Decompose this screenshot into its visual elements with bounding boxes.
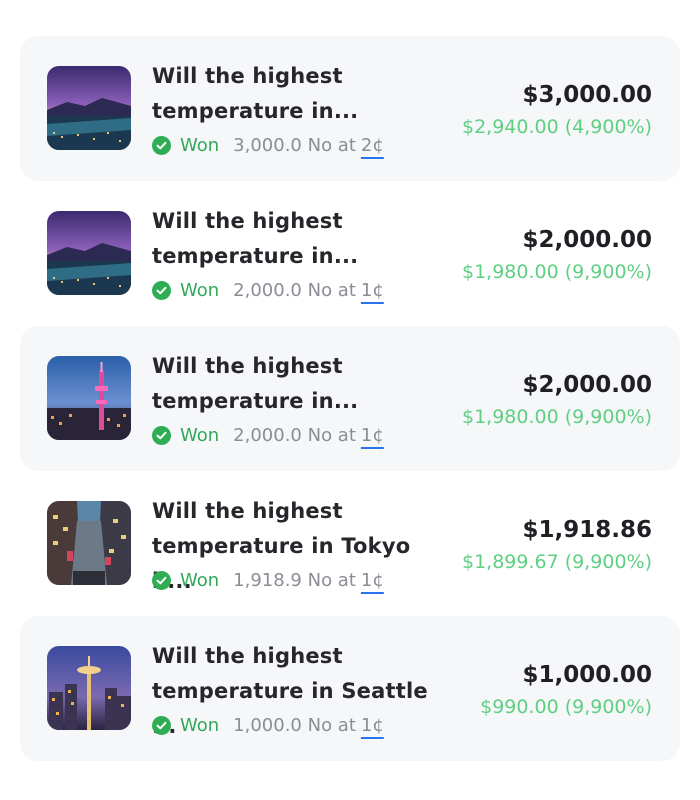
- check-circle-icon: [152, 280, 171, 300]
- price-text: 1¢: [360, 569, 384, 591]
- won-label: Won: [180, 714, 220, 736]
- won-label: Won: [180, 424, 220, 446]
- shares-text: 3,000.0 No at: [233, 134, 356, 156]
- position-value: $2,000.00: [522, 227, 653, 253]
- city-night-skyline-icon: [47, 211, 131, 295]
- space-needle-skyline-icon: [47, 646, 131, 730]
- market-title[interactable]: Will the highest temperature in...: [152, 349, 452, 419]
- profit-text: $2,940.00 (4,900%): [461, 116, 652, 138]
- profit-text: $1,980.00 (9,900%): [461, 406, 652, 428]
- position-row[interactable]: Will the highest temperature in Seattle …: [20, 616, 680, 761]
- price-text: 1¢: [360, 714, 384, 736]
- price-text: 1¢: [360, 424, 384, 446]
- won-label: Won: [180, 569, 220, 591]
- status-line: Won 1,000.0 No at 1¢: [152, 712, 384, 738]
- check-circle-icon: [152, 425, 171, 445]
- city-street-icon: [47, 501, 131, 585]
- position-row[interactable]: Will the highest temperature in Tokyo b.…: [20, 471, 680, 616]
- profit-text: $990.00 (9,900%): [480, 696, 652, 718]
- check-circle-icon: [152, 135, 171, 155]
- shares-text: 2,000.0 No at: [233, 424, 356, 446]
- tower-cityscape-icon: [47, 356, 131, 440]
- shares-text: 1,000.0 No at: [233, 714, 356, 736]
- market-title[interactable]: Will the highest temperature in...: [152, 204, 452, 274]
- check-circle-icon: [152, 715, 171, 735]
- position-value: $1,918.86: [522, 517, 653, 543]
- status-line: Won 2,000.0 No at 1¢: [152, 422, 384, 448]
- position-row[interactable]: Will the highest temperature in... Won 2…: [20, 181, 680, 326]
- market-title[interactable]: Will the highest temperature in...: [152, 59, 452, 129]
- city-night-skyline-icon: [47, 66, 131, 150]
- price-text: 2¢: [360, 134, 384, 156]
- position-row[interactable]: Will the highest temperature in... Won 3…: [20, 36, 680, 181]
- position-value: $3,000.00: [522, 82, 653, 108]
- shares-text: 1,918.9 No at: [233, 569, 356, 591]
- price-text: 1¢: [360, 279, 384, 301]
- check-circle-icon: [152, 570, 171, 590]
- won-label: Won: [180, 279, 220, 301]
- status-line: Won 3,000.0 No at 2¢: [152, 132, 384, 158]
- position-value: $2,000.00: [522, 372, 653, 398]
- profit-text: $1,899.67 (9,900%): [461, 551, 652, 573]
- profit-text: $1,980.00 (9,900%): [461, 261, 652, 283]
- won-label: Won: [180, 134, 220, 156]
- position-value: $1,000.00: [522, 662, 653, 688]
- positions-list: Will the highest temperature in... Won 3…: [20, 36, 680, 761]
- status-line: Won 1,918.9 No at 1¢: [152, 567, 384, 593]
- shares-text: 2,000.0 No at: [233, 279, 356, 301]
- status-line: Won 2,000.0 No at 1¢: [152, 277, 384, 303]
- position-row[interactable]: Will the highest temperature in... Won 2…: [20, 326, 680, 471]
